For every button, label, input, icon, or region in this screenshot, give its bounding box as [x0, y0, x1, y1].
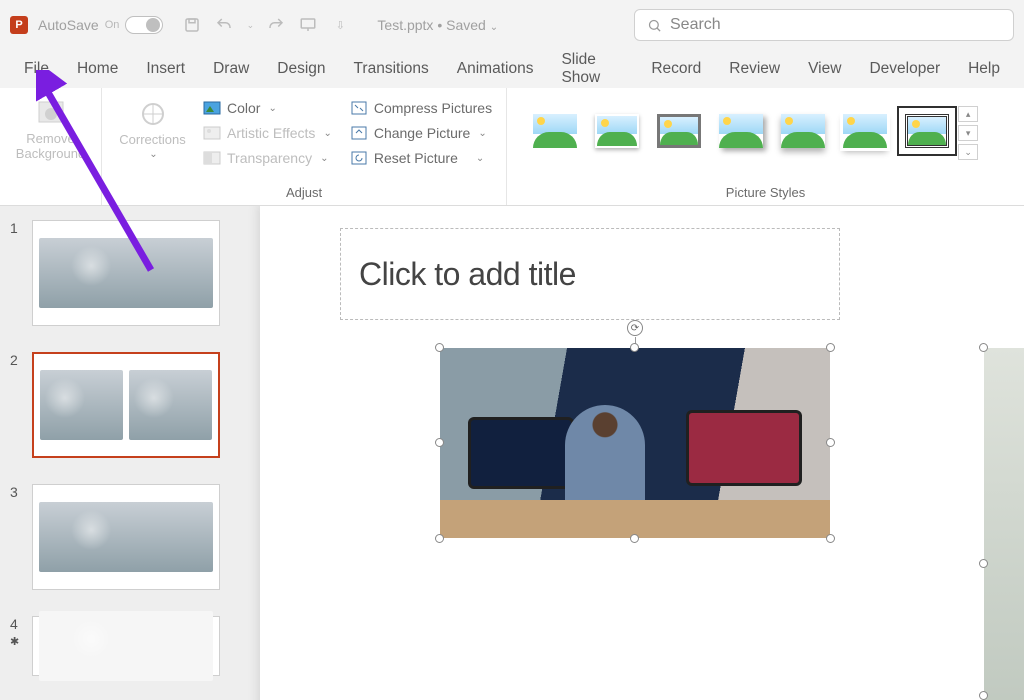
title-placeholder[interactable]: Click to add title	[340, 228, 840, 320]
compress-pictures-button[interactable]: Compress Pictures	[344, 96, 498, 120]
resize-handle[interactable]	[435, 534, 444, 543]
undo-icon[interactable]	[213, 14, 235, 36]
picture-style-2[interactable]	[587, 106, 647, 156]
thumbnail-4[interactable]: 4✱	[10, 616, 230, 676]
picture-style-6[interactable]	[835, 106, 895, 156]
quick-access-toolbar: ⌄ ⇩	[181, 14, 351, 36]
slide-canvas[interactable]: Click to add title ⟳	[240, 206, 1024, 700]
app-icon: P	[10, 16, 28, 34]
resize-handle[interactable]	[826, 343, 835, 352]
save-icon[interactable]	[181, 14, 203, 36]
qat-overflow-icon[interactable]: ⇩	[329, 14, 351, 36]
title-bar: P AutoSave On ⌄ ⇩ Test.pptx • Saved ⌄ Se…	[0, 0, 1024, 50]
undo-dropdown-icon[interactable]: ⌄	[245, 14, 255, 36]
redo-icon[interactable]	[265, 14, 287, 36]
artistic-effects-button[interactable]: Artistic Effects⌄	[197, 121, 338, 145]
group-picture-styles: ▴ ▾ ⌄ Picture Styles	[507, 88, 1024, 205]
change-picture-icon	[350, 124, 368, 142]
rotate-handle-icon[interactable]: ⟳	[627, 320, 643, 336]
slide: Click to add title ⟳	[260, 206, 1024, 700]
gallery-up-icon[interactable]: ▴	[958, 106, 978, 122]
gallery-scroll: ▴ ▾ ⌄	[959, 106, 977, 160]
autosave-toggle[interactable]: AutoSave On	[38, 16, 163, 34]
change-picture-button[interactable]: Change Picture⌄	[344, 121, 498, 145]
tab-record[interactable]: Record	[637, 52, 715, 86]
group-adjust: Corrections ⌄ Color⌄ Artistic Effects⌄ T…	[102, 88, 507, 205]
tab-animations[interactable]: Animations	[443, 52, 548, 86]
resize-handle[interactable]	[630, 534, 639, 543]
gallery-more-icon[interactable]: ⌄	[958, 144, 978, 160]
tab-home[interactable]: Home	[63, 52, 132, 86]
picture-style-3[interactable]	[649, 106, 709, 156]
color-icon	[203, 99, 221, 117]
corrections-icon	[137, 98, 169, 130]
thumbnail-3[interactable]: 3	[10, 484, 230, 590]
ribbon-tabs: File Home Insert Draw Design Transitions…	[0, 50, 1024, 88]
search-placeholder: Search	[670, 16, 721, 34]
remove-background-icon	[35, 98, 67, 130]
tab-view[interactable]: View	[794, 52, 855, 86]
reset-picture-button[interactable]: Reset Picture⌄	[344, 146, 498, 170]
thumbnail-1[interactable]: 1	[10, 220, 230, 326]
transparency-icon	[203, 149, 221, 167]
reset-picture-icon	[350, 149, 368, 167]
picture-style-7[interactable]	[897, 106, 957, 156]
thumbnail-2[interactable]: 2	[10, 352, 230, 458]
selected-image[interactable]: ⟳	[440, 348, 830, 538]
file-name[interactable]: Test.pptx • Saved ⌄	[377, 17, 498, 33]
corrections-button[interactable]: Corrections ⌄	[110, 92, 195, 160]
slide-thumbnail-panel: 1 2 3 4✱	[0, 206, 240, 700]
resize-handle[interactable]	[826, 534, 835, 543]
compress-icon	[350, 99, 368, 117]
picture-styles-group-label: Picture Styles	[515, 183, 1016, 203]
picture-style-5[interactable]	[773, 106, 833, 156]
tab-review[interactable]: Review	[715, 52, 794, 86]
resize-handle[interactable]	[826, 438, 835, 447]
picture-style-4[interactable]	[711, 106, 771, 156]
adjust-group-label: Adjust	[110, 183, 498, 203]
picture-style-1[interactable]	[525, 106, 585, 156]
tab-transitions[interactable]: Transitions	[340, 52, 443, 86]
picture-styles-gallery: ▴ ▾ ⌄	[515, 92, 1016, 183]
autosave-state: On	[105, 19, 120, 31]
gallery-down-icon[interactable]: ▾	[958, 125, 978, 141]
color-button[interactable]: Color⌄	[197, 96, 338, 120]
autosave-switch-icon[interactable]	[125, 16, 163, 34]
resize-handle[interactable]	[630, 343, 639, 352]
transparency-button[interactable]: Transparency⌄	[197, 146, 338, 170]
remove-background-button[interactable]: RemoveBackground	[8, 92, 93, 162]
group-remove-bg: RemoveBackground	[0, 88, 102, 205]
tab-developer[interactable]: Developer	[855, 52, 954, 86]
present-icon[interactable]	[297, 14, 319, 36]
autosave-label: AutoSave	[38, 17, 99, 33]
resize-handle[interactable]	[435, 438, 444, 447]
tab-insert[interactable]: Insert	[132, 52, 199, 86]
artistic-icon	[203, 124, 221, 142]
tab-design[interactable]: Design	[263, 52, 339, 86]
search-icon	[647, 18, 662, 33]
tab-draw[interactable]: Draw	[199, 52, 263, 86]
resize-handle[interactable]	[435, 343, 444, 352]
tab-file[interactable]: File	[10, 52, 63, 86]
secondary-image[interactable]	[984, 348, 1024, 700]
ribbon-content: RemoveBackground Corrections ⌄ Color⌄ Ar…	[0, 88, 1024, 206]
tab-help[interactable]: Help	[954, 52, 1014, 86]
title-placeholder-text: Click to add title	[359, 256, 576, 293]
workspace: 1 2 3 4✱ Click to add title ⟳	[0, 206, 1024, 700]
search-input[interactable]: Search	[634, 9, 1014, 41]
